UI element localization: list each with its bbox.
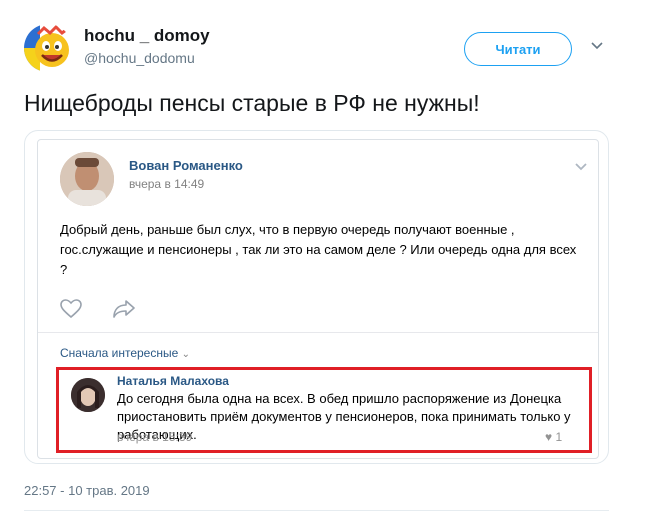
display-name[interactable]: hochu _ domoy	[84, 26, 210, 46]
tweet-text: Нищеброды пенсы старые в РФ не нужны!	[24, 90, 480, 116]
user-handle[interactable]: @hochu_dodomu	[84, 50, 195, 66]
post-author-avatar[interactable]	[60, 152, 114, 206]
tweet-header: hochu _ domoy @hochu_dodomu Читати	[24, 20, 624, 72]
comment-like-count: 1	[555, 430, 563, 444]
share-icon[interactable]	[112, 299, 136, 319]
user-avatar[interactable]	[24, 24, 72, 72]
divider	[24, 510, 609, 511]
post-body: Добрый день, раньше был слух, что в перв…	[60, 222, 577, 277]
comment-date[interactable]: вчера в 15:39	[117, 430, 192, 444]
heart-icon: ♥	[545, 430, 553, 444]
heart-icon[interactable]	[60, 299, 82, 319]
tweet-media[interactable]: Вован Романенко вчера в 14:49 Добрый ден…	[24, 130, 609, 464]
sort-label: Сначала интересные	[60, 346, 179, 360]
follow-button[interactable]: Читати	[464, 32, 572, 66]
comment-author[interactable]: Наталья Малахова	[117, 374, 229, 388]
comments-sort[interactable]: Сначала интересные ⌄	[60, 346, 190, 360]
vk-post-card: Вован Романенко вчера в 14:49 Добрый ден…	[37, 139, 599, 459]
chevron-down-icon: ⌄	[181, 349, 191, 360]
tweet-timestamp[interactable]: 22:57 - 10 трав. 2019	[24, 483, 150, 498]
post-author[interactable]: Вован Романенко	[129, 158, 243, 173]
post-actions	[60, 295, 580, 325]
chevron-down-icon[interactable]	[574, 162, 588, 172]
comment-author-avatar[interactable]	[71, 378, 105, 412]
comment-like[interactable]: ♥ 1	[545, 430, 562, 444]
post-date[interactable]: вчера в 14:49	[129, 177, 204, 191]
highlighted-comment: Наталья Малахова До сегодня была одна на…	[56, 367, 592, 453]
chevron-down-icon[interactable]	[589, 38, 605, 54]
divider	[38, 332, 598, 333]
